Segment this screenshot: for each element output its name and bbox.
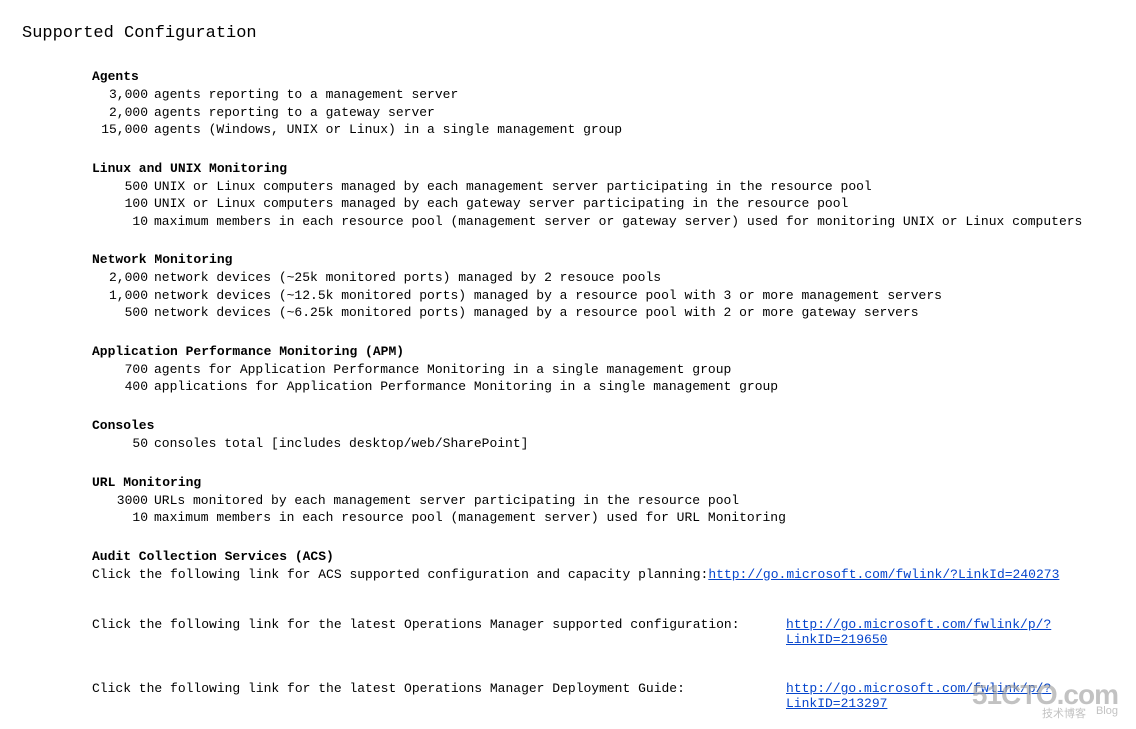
section-heading: Network Monitoring: [92, 252, 1114, 267]
section-heading: URL Monitoring: [92, 475, 1114, 490]
section-heading: Application Performance Monitoring (APM): [92, 344, 1114, 359]
config-row-count: 100: [92, 195, 148, 213]
config-row: 50 consoles total [includes desktop/web/S…: [92, 435, 1114, 453]
config-row: 10 maximum members in each resource pool …: [92, 509, 1114, 527]
config-row-count: 700: [92, 361, 148, 379]
config-row-count: 3,000: [92, 86, 148, 104]
config-row-count: 1,000: [92, 287, 148, 305]
config-row-desc: UNIX or Linux computers managed by each …: [154, 178, 1114, 196]
config-row: 2,000 network devices (~25k monitored por…: [92, 269, 1114, 287]
config-row-desc: UNIX or Linux computers managed by each …: [154, 195, 1114, 213]
config-row-count: 2,000: [92, 269, 148, 287]
section-heading: Linux and UNIX Monitoring: [92, 161, 1114, 176]
config-row: 500 UNIX or Linux computers managed by ea…: [92, 178, 1114, 196]
config-row-desc: consoles total [includes desktop/web/Sha…: [154, 435, 1114, 453]
config-row-desc: network devices (~25k monitored ports) m…: [154, 269, 1114, 287]
config-row: 15,000 agents (Windows, UNIX or Linux) in…: [92, 121, 1114, 139]
config-row-desc: maximum members in each resource pool (m…: [154, 213, 1114, 231]
section-heading-acs: Audit Collection Services (ACS): [92, 549, 1114, 564]
config-row: 2,000 agents reporting to a gateway serve…: [92, 104, 1114, 122]
config-row-count: 50: [92, 435, 148, 453]
config-row-desc: URLs monitored by each management server…: [154, 492, 1114, 510]
config-row-desc: applications for Application Performance…: [154, 378, 1114, 396]
config-row-desc: agents reporting to a gateway server: [154, 104, 1114, 122]
config-row-count: 10: [92, 509, 148, 527]
config-row: 500 network devices (~6.25k monitored por…: [92, 304, 1114, 322]
acs-link[interactable]: http://go.microsoft.com/fwlink/?LinkId=2…: [708, 566, 1059, 584]
config-row: 10 maximum members in each resource pool …: [92, 213, 1114, 231]
config-row-desc: network devices (~6.25k monitored ports)…: [154, 304, 1114, 322]
config-row-count: 2,000: [92, 104, 148, 122]
config-row: 400 applications for Application Performa…: [92, 378, 1114, 396]
link-label-deploy: Click the following link for the latest …: [92, 681, 786, 711]
acs-link-label: Click the following link for ACS support…: [92, 566, 708, 584]
config-row: 3000 URLs monitored by each management se…: [92, 492, 1114, 510]
config-row: 700 agents for Application Performance Mo…: [92, 361, 1114, 379]
link-label-config: Click the following link for the latest …: [92, 617, 786, 647]
config-row-desc: maximum members in each resource pool (m…: [154, 509, 1114, 527]
config-row-desc: agents for Application Performance Monit…: [154, 361, 1114, 379]
config-row-count: 10: [92, 213, 148, 231]
link-config[interactable]: http://go.microsoft.com/fwlink/p/?LinkID…: [786, 617, 1114, 647]
link-deploy[interactable]: http://go.microsoft.com/fwlink/p/?LinkID…: [786, 681, 1114, 711]
config-row-count: 15,000: [92, 121, 148, 139]
config-row-desc: network devices (~12.5k monitored ports)…: [154, 287, 1114, 305]
config-row-desc: agents (Windows, UNIX or Linux) in a sin…: [154, 121, 1114, 139]
config-row-count: 500: [92, 304, 148, 322]
section-heading: Consoles: [92, 418, 1114, 433]
config-row: 3,000 agents reporting to a management se…: [92, 86, 1114, 104]
config-row-count: 3000: [92, 492, 148, 510]
page-title: Supported Configuration: [22, 24, 1114, 43]
section-heading: Agents: [92, 69, 1114, 84]
config-row-desc: agents reporting to a management server: [154, 86, 1114, 104]
config-row-count: 400: [92, 378, 148, 396]
config-row: 1,000 network devices (~12.5k monitored p…: [92, 287, 1114, 305]
config-row: 100 UNIX or Linux computers managed by ea…: [92, 195, 1114, 213]
config-row-count: 500: [92, 178, 148, 196]
